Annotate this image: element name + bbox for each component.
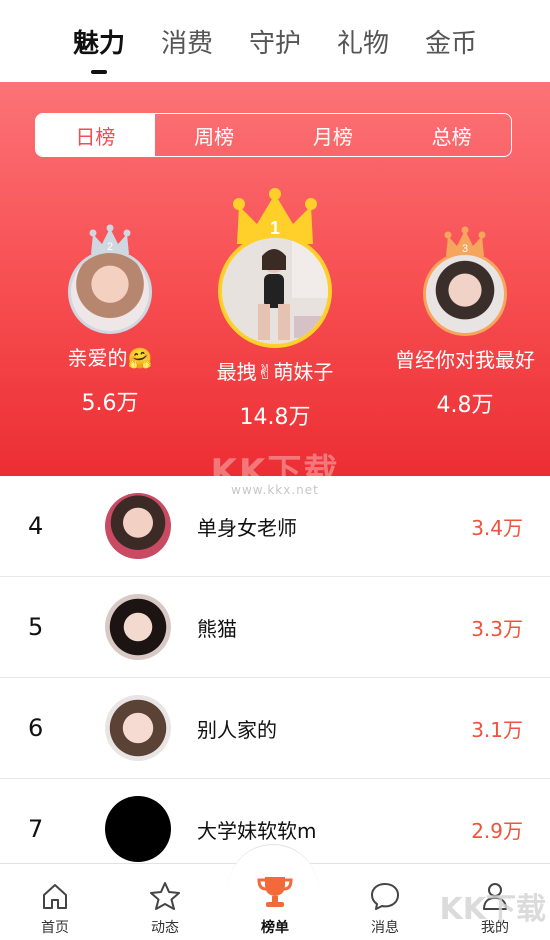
user-name: 熊猫 [197,616,237,641]
podium-header: 日榜 周榜 月榜 总榜 2 亲爱的🤗 5.6万 1 最拽✌萌妹子 14.8万 3… [0,82,550,497]
podium-third-score: 4.8万 [436,393,494,418]
chat-icon [371,883,399,910]
nav-home[interactable]: 首页 [0,864,110,940]
list-item[interactable]: 4 单身女老师 3.4万 [0,476,550,577]
rank-number: 5 [28,613,44,641]
avatar [105,695,171,761]
podium-third[interactable]: 3 曾经你对我最好 4.8万 [390,226,540,419]
tab-gifts[interactable]: 礼物 [331,23,395,60]
star-icon [150,882,180,910]
avatar-photo [222,238,328,344]
podium-second-score: 5.6万 [81,391,139,416]
charm-value: 3.3万 [471,616,523,641]
home-icon [43,884,67,909]
charm-value: 2.9万 [471,818,523,843]
tab-charm[interactable]: 魅力 [67,23,131,60]
tab-daily[interactable]: 日榜 [36,114,155,156]
ranking-category-tabs: 魅力 消费 守护 礼物 金币 [0,0,550,82]
tab-monthly[interactable]: 月榜 [274,114,393,156]
user-name: 单身女老师 [197,515,297,540]
period-tabs: 日榜 周榜 月榜 总榜 [35,113,512,157]
watermark-corner: KK下载 [439,892,547,927]
rank-number: 4 [28,512,44,540]
user-name: 大学妹软软m [197,818,317,843]
nav-messages[interactable]: 消息 [330,864,440,940]
nav-ranking[interactable]: 榜单 [220,864,330,940]
podium-first-name: 最拽✌萌妹子 [216,360,334,384]
list-item[interactable]: 6 别人家的 3.1万 [0,678,550,779]
avatar [68,250,152,334]
rank-number: 6 [28,714,44,742]
tab-total[interactable]: 总榜 [392,114,511,156]
podium-second-name: 亲爱的🤗 [67,346,153,370]
avatar [423,252,507,336]
podium-first[interactable]: 1 最拽✌萌妹子 14.8万 [205,188,345,431]
charm-value: 3.4万 [471,515,523,540]
tab-weekly[interactable]: 周榜 [155,114,274,156]
nav-moments-label: 动态 [151,920,179,936]
trophy-icon [257,877,293,907]
nav-moments[interactable]: 动态 [110,864,220,940]
tab-guard[interactable]: 守护 [243,23,307,60]
podium-third-name: 曾经你对我最好 [395,348,535,372]
avatar [105,493,171,559]
avatar [218,234,332,348]
rank-number: 7 [28,815,44,843]
tab-coins[interactable]: 金币 [419,23,483,60]
charm-value: 3.1万 [471,717,523,742]
nav-ranking-label: 榜单 [261,920,289,936]
avatar [105,594,171,660]
avatar [105,796,171,862]
ranking-list: 4 单身女老师 3.4万 5 熊猫 3.3万 6 别人家的 3.1万 7 大学妹… [0,476,550,880]
nav-messages-label: 消息 [371,920,399,936]
user-name: 别人家的 [197,717,277,742]
tab-consumption[interactable]: 消费 [155,23,219,60]
nav-home-label: 首页 [41,920,69,936]
bottom-navigation: 首页 动态 榜单 消息 我的 KK下载 [0,844,550,940]
list-item[interactable]: 5 熊猫 3.3万 [0,577,550,678]
podium-first-score: 14.8万 [239,405,311,430]
podium-second[interactable]: 2 亲爱的🤗 5.6万 [55,224,165,417]
